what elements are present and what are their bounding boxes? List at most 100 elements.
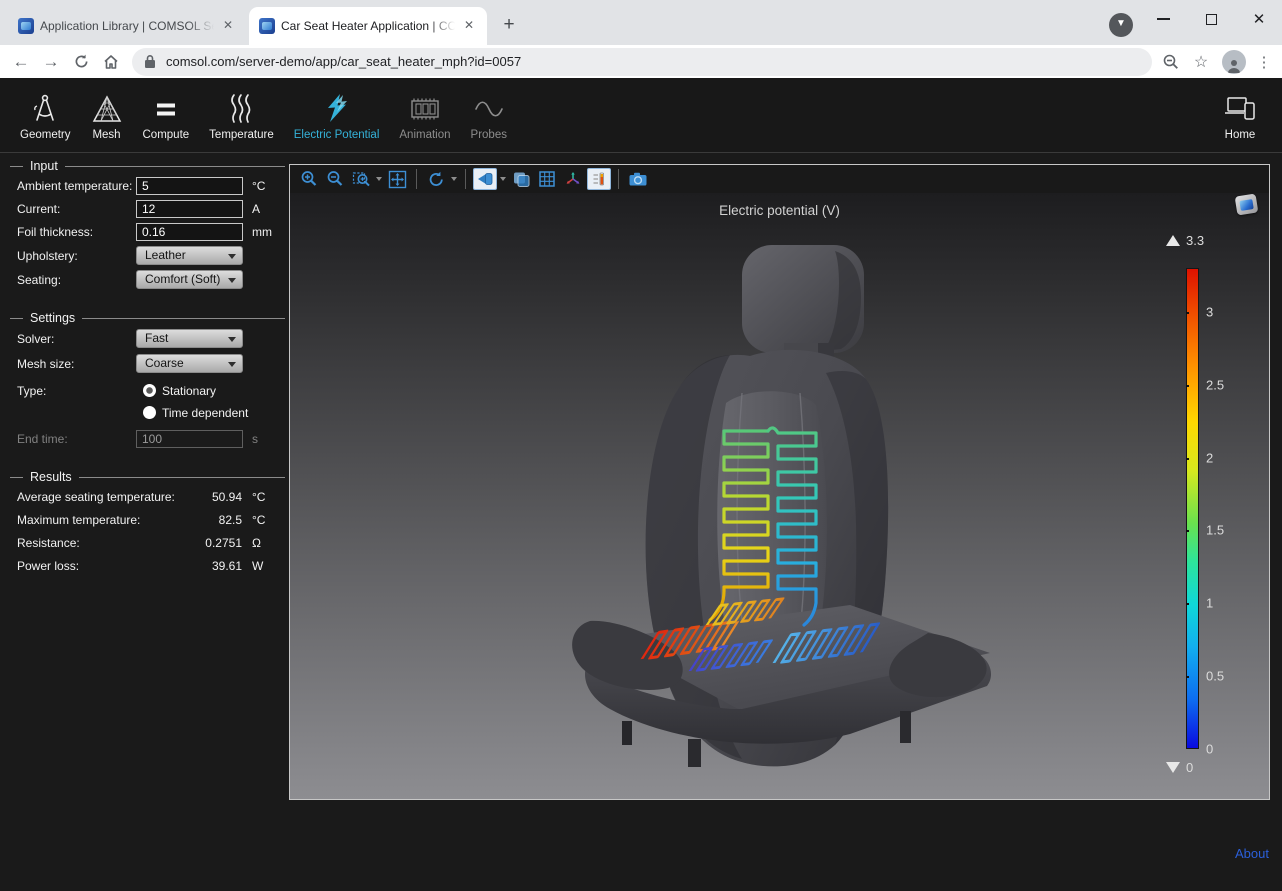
ribbon-home-button[interactable]: Home: [1212, 83, 1268, 147]
field-type-stationary: Type: Stationary: [0, 381, 289, 401]
rotate-icon: [427, 170, 446, 189]
lightning-bolt-icon: [322, 92, 352, 126]
transparency-icon: [512, 170, 531, 188]
dropdown-value: Leather: [145, 248, 186, 262]
result-average-temperature: Average seating temperature: 50.94 °C: [0, 487, 289, 507]
stationary-radio[interactable]: [143, 384, 156, 397]
scene-light-dropdown[interactable]: [498, 168, 508, 190]
field-label: End time:: [17, 429, 68, 449]
field-label: Ambient temperature:: [17, 176, 132, 196]
field-foil-thickness: Foil thickness: mm: [0, 222, 289, 242]
tab-title: Car Seat Heater Application | CO: [281, 19, 455, 33]
zoom-box-dropdown[interactable]: [374, 168, 384, 190]
show-grid-button[interactable]: [535, 168, 559, 190]
ribbon-temperature-button[interactable]: Temperature: [199, 83, 284, 147]
zoom-out-button[interactable]: [323, 168, 347, 190]
geometry-compass-icon: [30, 92, 60, 126]
zoom-in-icon: [300, 170, 318, 188]
chevron-down-icon: [228, 337, 236, 342]
window-minimize-button[interactable]: [1140, 0, 1186, 38]
forward-button[interactable]: →: [36, 48, 66, 76]
rotate-dropdown[interactable]: [449, 168, 459, 190]
zoom-extents-button[interactable]: [385, 168, 409, 190]
field-label: Mesh size:: [17, 354, 74, 374]
tab-close-icon[interactable]: ✕: [461, 18, 477, 34]
home-button[interactable]: [96, 48, 126, 76]
window-maximize-button[interactable]: [1188, 0, 1234, 38]
legend-tick: [1186, 530, 1189, 532]
color-legend-toggle-button[interactable]: [587, 168, 611, 190]
plot-canvas[interactable]: Electric potential (V) 3.3 3 2.5 2 1.5 1…: [290, 193, 1269, 799]
legend-tick-label: 1.5: [1206, 523, 1224, 538]
end-time-input: [136, 430, 243, 448]
ambient-temperature-input[interactable]: [136, 177, 243, 195]
axis-orientation-button[interactable]: [561, 168, 585, 190]
ribbon-geometry-button[interactable]: Geometry: [10, 83, 81, 147]
snapshot-button[interactable]: [626, 168, 650, 190]
chevron-down-icon: [228, 254, 236, 259]
url-omnibox[interactable]: comsol.com/server-demo/app/car_seat_heat…: [132, 48, 1152, 76]
ribbon-electric-potential-button[interactable]: Electric Potential: [284, 83, 390, 147]
window-close-button[interactable]: ✕: [1236, 0, 1282, 38]
back-button[interactable]: ←: [6, 48, 36, 76]
zoom-out-page-icon[interactable]: [1162, 53, 1180, 71]
person-icon: [1226, 58, 1242, 74]
comsol-favicon: [259, 18, 275, 34]
field-label: Type:: [17, 381, 46, 401]
result-unit: °C: [252, 510, 265, 530]
transparency-button[interactable]: [509, 168, 533, 190]
ribbon-compute-button[interactable]: Compute: [133, 83, 200, 147]
legend-tick: [1186, 385, 1189, 387]
chevron-down-icon: [451, 177, 457, 181]
result-value: 82.5: [130, 510, 242, 530]
ribbon-label: Home: [1225, 129, 1256, 141]
radio-label: Stationary: [162, 381, 216, 401]
result-label: Resistance:: [17, 533, 80, 553]
mesh-size-dropdown[interactable]: Coarse: [136, 354, 243, 373]
comsol-logo[interactable]: [1235, 193, 1259, 215]
zoom-in-button[interactable]: [297, 168, 321, 190]
legend-tick-label: 0.5: [1206, 669, 1224, 684]
zoom-box-button[interactable]: [349, 168, 373, 190]
tab-close-icon[interactable]: ✕: [220, 18, 236, 34]
tab-title: Application Library | COMSOL Se: [40, 19, 214, 33]
time-dependent-radio[interactable]: [143, 406, 156, 419]
field-label: Seating:: [17, 270, 61, 290]
field-solver: Solver: Fast: [0, 329, 289, 349]
foil-thickness-input[interactable]: [136, 223, 243, 241]
result-value: 39.61: [130, 556, 242, 576]
solver-dropdown[interactable]: Fast: [136, 329, 243, 348]
current-input[interactable]: [136, 200, 243, 218]
rotate-view-button[interactable]: [424, 168, 448, 190]
color-legend-bar: [1186, 268, 1199, 749]
toolbar-separator: [416, 169, 417, 189]
ribbon-label: Probes: [471, 129, 507, 141]
browser-menu-icon[interactable]: ⋮: [1254, 53, 1274, 71]
about-link[interactable]: About: [1235, 846, 1269, 861]
reload-button[interactable]: [66, 48, 96, 76]
ribbon-mesh-button[interactable]: Mesh: [81, 83, 133, 147]
upholstery-dropdown[interactable]: Leather: [136, 246, 243, 265]
bookmark-star-icon[interactable]: ☆: [1188, 52, 1214, 72]
section-header-input: Input: [10, 159, 285, 173]
ribbon-label: Mesh: [92, 129, 120, 141]
seating-dropdown[interactable]: Comfort (Soft): [136, 270, 243, 289]
result-label: Power loss:: [17, 556, 79, 576]
section-header-settings: Settings: [10, 311, 285, 325]
tab-search-button[interactable]: ▼: [1109, 13, 1133, 37]
zoom-box-icon: [352, 170, 371, 188]
ribbon-label: Geometry: [20, 129, 71, 141]
field-unit: °C: [252, 176, 265, 196]
field-seating: Seating: Comfort (Soft): [0, 270, 289, 290]
profile-avatar[interactable]: [1222, 50, 1246, 74]
new-tab-button[interactable]: +: [496, 13, 522, 39]
result-power-loss: Power loss: 39.61 W: [0, 556, 289, 576]
comsol-logo-screen: [1239, 199, 1253, 211]
legend-tick-label: 2: [1206, 451, 1213, 466]
scene-light-button[interactable]: [473, 168, 497, 190]
browser-tab-active[interactable]: Car Seat Heater Application | CO ✕: [249, 7, 487, 45]
compute-equals-icon: [151, 92, 181, 126]
zoom-extents-icon: [388, 170, 407, 189]
legend-max-marker: 3.3: [1166, 233, 1204, 248]
browser-tab-inactive[interactable]: Application Library | COMSOL Se ✕: [8, 7, 246, 45]
